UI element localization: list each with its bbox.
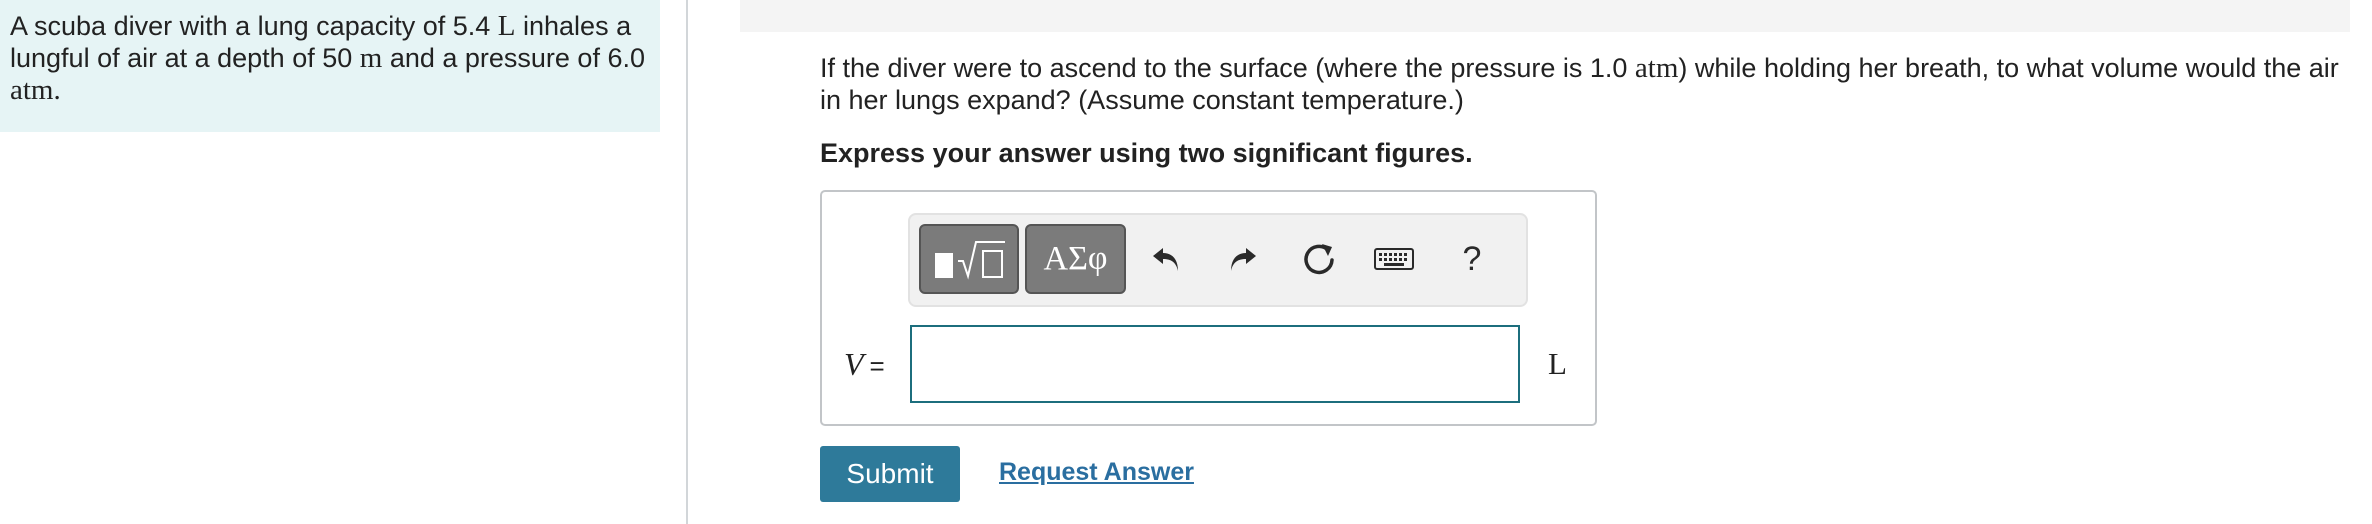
unit-liters: L — [497, 10, 516, 42]
answer-unit: L — [1548, 346, 1567, 381]
answer-instruction: Express your answer using two significan… — [820, 138, 1473, 168]
part-header-bar — [740, 0, 2350, 32]
keyboard-icon — [1374, 248, 1414, 270]
reset-icon — [1304, 244, 1334, 275]
redo-icon — [1231, 248, 1256, 271]
answer-box: ΑΣφ ? V = L — [820, 190, 1597, 426]
question-text: If the diver were to ascend to the surfa… — [820, 52, 2340, 116]
keyboard-button[interactable] — [1372, 237, 1416, 281]
templates-button[interactable] — [919, 224, 1019, 294]
problem-text-part: A scuba diver with a lung capacity of 5.… — [10, 11, 498, 41]
problem-panel: A scuba diver with a lung capacity of 5.… — [0, 0, 660, 132]
symbols-label: ΑΣφ — [1043, 240, 1108, 277]
undo-button[interactable] — [1144, 237, 1188, 281]
question-text-part: If the diver were to ascend to the surfa… — [820, 53, 1635, 83]
variable-label: V = — [844, 342, 885, 388]
answer-input[interactable] — [910, 325, 1520, 403]
reset-button[interactable] — [1297, 237, 1341, 281]
problem-text-part: and a pressure of 6.0 — [382, 43, 645, 73]
unit-meters: m — [359, 42, 383, 74]
unit-atm: atm — [1634, 52, 1679, 84]
math-toolbar: ΑΣφ ? — [908, 213, 1528, 307]
symbols-button[interactable]: ΑΣφ — [1025, 224, 1126, 294]
problem-text-part: . — [53, 74, 61, 106]
equals-sign: = — [869, 351, 885, 381]
templates-icon — [935, 241, 1005, 280]
help-button[interactable]: ? — [1450, 237, 1494, 281]
redo-button[interactable] — [1221, 237, 1265, 281]
variable-symbol: V — [844, 346, 864, 382]
undo-icon — [1153, 248, 1178, 271]
submit-button[interactable]: Submit — [820, 446, 960, 502]
problem-statement: A scuba diver with a lung capacity of 5.… — [10, 10, 650, 106]
panel-divider — [686, 0, 688, 524]
help-icon: ? — [1462, 239, 1482, 278]
request-answer-link[interactable]: Request Answer — [999, 456, 1194, 488]
unit-atm: atm — [10, 74, 54, 106]
